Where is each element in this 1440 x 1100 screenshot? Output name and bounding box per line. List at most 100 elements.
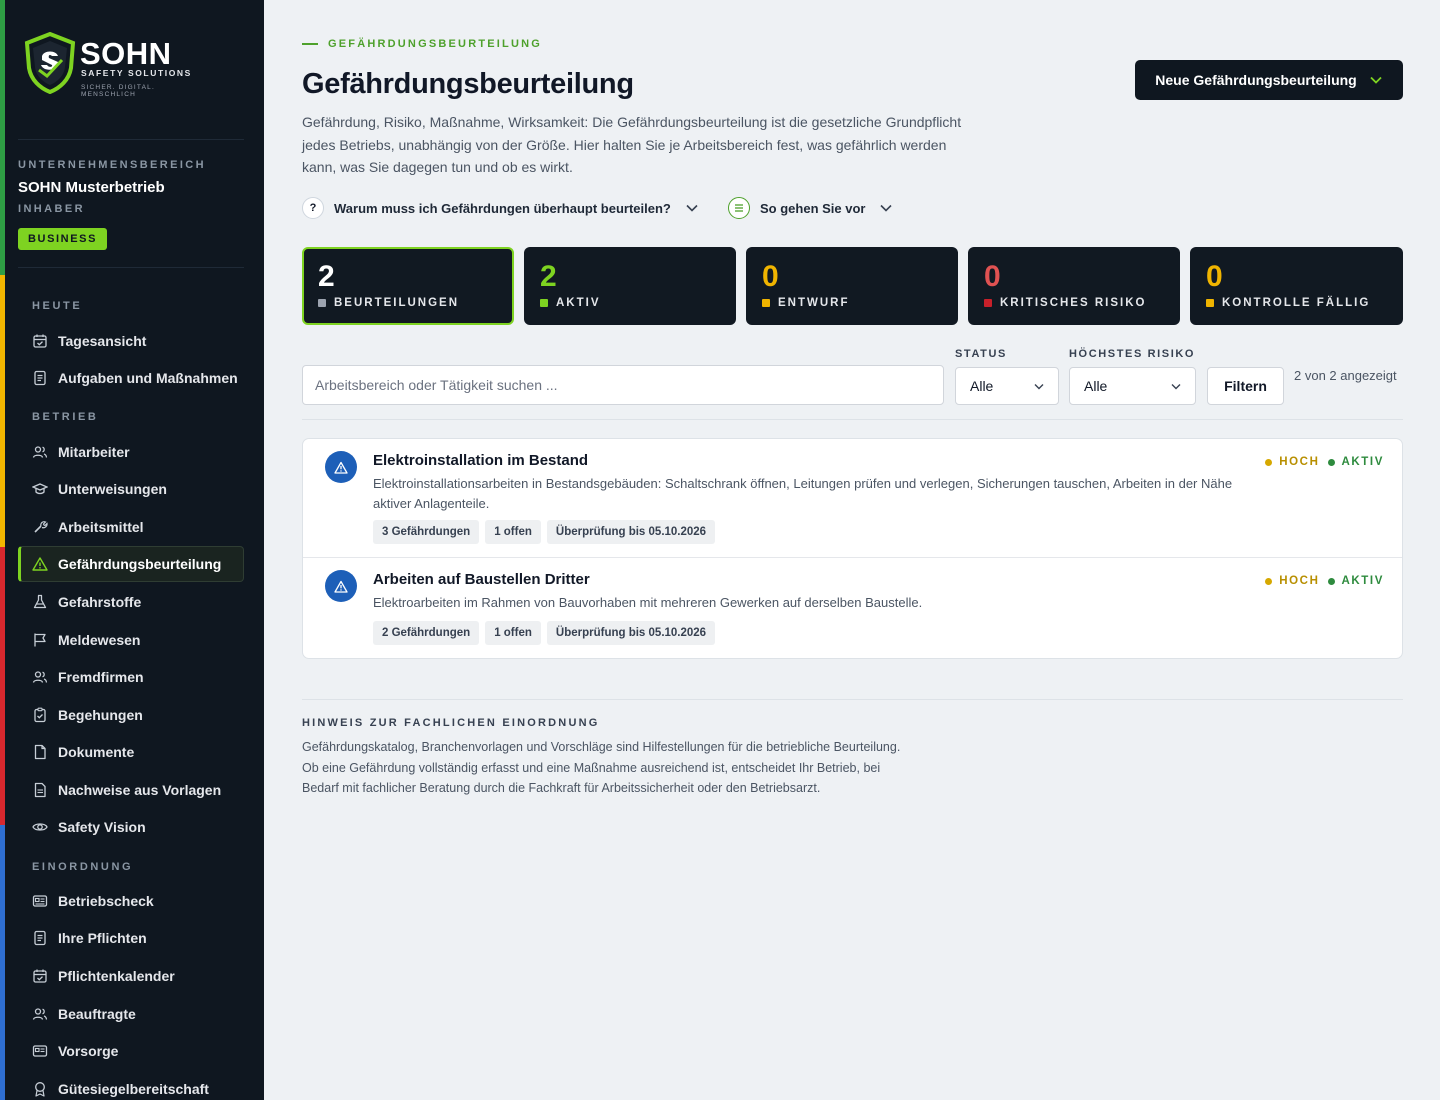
accordion-why[interactable]: ? Warum muss ich Gefährdungen überhaupt … (302, 197, 699, 219)
sidebar-item-safety-vision[interactable]: Safety Vision (18, 809, 244, 845)
sidebar-item-guetesiegel[interactable]: Gütesiegelbereitschaft (18, 1071, 244, 1100)
document-list-icon (34, 930, 46, 946)
stat-marker (984, 299, 992, 307)
stat-marker (540, 299, 548, 307)
sidebar-item-label: Gefahrstoffe (58, 594, 142, 610)
sidebar-item-label: Beauftragte (58, 1006, 136, 1022)
sidebar-item-meldewesen[interactable]: Meldewesen (18, 622, 244, 658)
accordion-how-label: So gehen Sie vor (760, 200, 866, 216)
sidebar-item-mitarbeiter[interactable]: Mitarbeiter (18, 434, 244, 470)
status-select-value: Alle (970, 378, 994, 394)
risk-badge-label: HOCH (1279, 456, 1320, 468)
sidebar-item-gefahrstoffe[interactable]: Gefahrstoffe (18, 584, 244, 620)
sidebar-item-begehungen[interactable]: Begehungen (18, 697, 244, 733)
stat-card-beurteilungen[interactable]: 2 BEURTEILUNGEN (302, 247, 514, 325)
note-title: HINWEIS ZUR FACHLICHEN EINORDNUNG (302, 717, 600, 729)
sidebar-item-aufgaben[interactable]: Aufgaben und Maßnahmen (18, 360, 244, 396)
stat-value: 0 (1206, 260, 1223, 293)
sidebar-item-vorsorge[interactable]: Vorsorge (18, 1033, 244, 1069)
flag-icon (34, 633, 46, 647)
stat-card-entwurf[interactable]: 0 ENTWURF (746, 247, 958, 325)
sidebar-item-label: Gefährdungsbeurteilung (58, 556, 222, 572)
sidebar-item-label: Unterweisungen (58, 481, 167, 497)
assessment-title: Elektroinstallation im Bestand (373, 452, 589, 469)
sidebar-item-label: Safety Vision (58, 819, 146, 835)
stat-card-kontrolle[interactable]: 0 KONTROLLE FÄLLIG (1190, 247, 1403, 325)
users-icon (32, 671, 48, 683)
assessment-chips: 3 Gefährdungen 1 offen Überprüfung bis 0… (373, 520, 716, 544)
graduation-cap-icon (32, 483, 48, 495)
sidebar-item-arbeitsmittel[interactable]: Arbeitsmittel (18, 509, 244, 545)
plan-badge: BUSINESS (18, 228, 108, 250)
document-icon (34, 744, 46, 760)
new-assessment-label: Neue Gefährdungsbeurteilung (1155, 72, 1357, 88)
brand-tagline: SICHER. DIGITAL. MENSCHLICH (81, 84, 155, 98)
stat-card-aktiv[interactable]: 2 AKTIV (524, 247, 736, 325)
sidebar-divider (18, 267, 244, 268)
calendar-check-icon (33, 969, 47, 983)
stat-label-row: AKTIV (540, 297, 720, 309)
sidebar-item-label: Betriebscheck (58, 893, 154, 909)
chevron-down-icon (1171, 383, 1181, 389)
stat-label: KONTROLLE FÄLLIG (1222, 297, 1371, 309)
sidebar-item-label: Pflichtenkalender (58, 968, 175, 984)
sidebar-item-nachweise[interactable]: Nachweise aus Vorlagen (18, 772, 244, 808)
sidebar-item-label: Arbeitsmittel (58, 519, 144, 535)
stat-value: 2 (540, 260, 557, 293)
sidebar-item-pflichten[interactable]: Ihre Pflichten (18, 920, 244, 956)
stat-label: AKTIV (556, 297, 601, 309)
sidebar-item-gefaehrdungsbeurteilung[interactable]: Gefährdungsbeurteilung (18, 546, 244, 582)
sidebar-item-label: Begehungen (58, 707, 143, 723)
stat-card-kritisch[interactable]: 0 KRITISCHES RISIKO (968, 247, 1180, 325)
open-count-chip: 1 offen (485, 621, 541, 645)
note-text: Gefährdungskatalog, Branchenvorlagen und… (302, 740, 901, 795)
hazard-count-chip: 2 Gefährdungen (373, 621, 480, 645)
user-role: INHABER (18, 203, 85, 215)
sidebar-item-label: Tagesansicht (58, 333, 147, 349)
status-select[interactable]: Alle (955, 367, 1059, 405)
sidebar-item-unterweisungen[interactable]: Unterweisungen (18, 471, 244, 507)
document-list-icon (34, 370, 46, 386)
chevron-down-icon (880, 204, 893, 212)
sidebar-item-beauftragte[interactable]: Beauftragte (18, 996, 244, 1032)
review-date-chip: Überprüfung bis 05.10.2026 (546, 520, 716, 544)
brand-logo[interactable]: SOHN SAFETY SOLUTIONS SICHER. DIGITAL. M… (24, 31, 204, 98)
list-item[interactable]: Arbeiten auf Baustellen Dritter Elektroa… (303, 558, 1402, 658)
sidebar-item-label: Dokumente (58, 744, 135, 760)
list-icon (728, 197, 750, 219)
sidebar-item-label: Fremdfirmen (58, 669, 144, 685)
warning-triangle-icon (32, 557, 48, 571)
shield-logo-icon (24, 31, 76, 95)
stat-value: 0 (762, 260, 779, 293)
chevron-down-icon (686, 204, 698, 212)
section-betrieb: BETRIEB (32, 411, 99, 423)
risk-select[interactable]: Alle (1069, 367, 1196, 405)
sidebar-item-tagesansicht[interactable]: Tagesansicht (18, 323, 244, 359)
sidebar-item-dokumente[interactable]: Dokumente (18, 734, 244, 770)
document-text-icon (34, 782, 46, 798)
flask-icon (33, 594, 47, 609)
status-badge-label: AKTIV (1341, 456, 1384, 468)
list-item[interactable]: Elektroinstallation im Bestand Elektroin… (303, 439, 1402, 558)
risk-badge: HOCH (1265, 575, 1319, 587)
stat-label-row: KRITISCHES RISIKO (984, 297, 1164, 309)
filter-button[interactable]: Filtern (1207, 367, 1284, 405)
color-stripe-red (0, 547, 5, 825)
sidebar-item-pflichtenkalender[interactable]: Pflichtenkalender (18, 958, 244, 994)
stat-label: BEURTEILUNGEN (334, 297, 460, 309)
accordion-why-label: Warum muss ich Gefährdungen überhaupt be… (334, 200, 671, 216)
page-description: Gefährdung, Risiko, Maßnahme, Wirksamkei… (302, 114, 962, 175)
stat-marker (762, 299, 770, 307)
stat-value: 0 (984, 260, 1001, 293)
sidebar-item-betriebscheck[interactable]: Betriebscheck (18, 883, 244, 919)
accordion-how[interactable]: So gehen Sie vor (728, 197, 893, 219)
page-title: Gefährdungsbeurteilung (302, 68, 634, 100)
id-card-icon (32, 895, 48, 907)
search-input[interactable] (302, 365, 944, 405)
sidebar-item-fremdfirmen[interactable]: Fremdfirmen (18, 659, 244, 695)
status-badge: AKTIV (1327, 575, 1385, 587)
section-heute: HEUTE (32, 300, 83, 312)
question-icon: ? (302, 197, 324, 219)
risk-select-value: Alle (1084, 378, 1108, 394)
new-assessment-button[interactable]: Neue Gefährdungsbeurteilung (1135, 60, 1403, 100)
